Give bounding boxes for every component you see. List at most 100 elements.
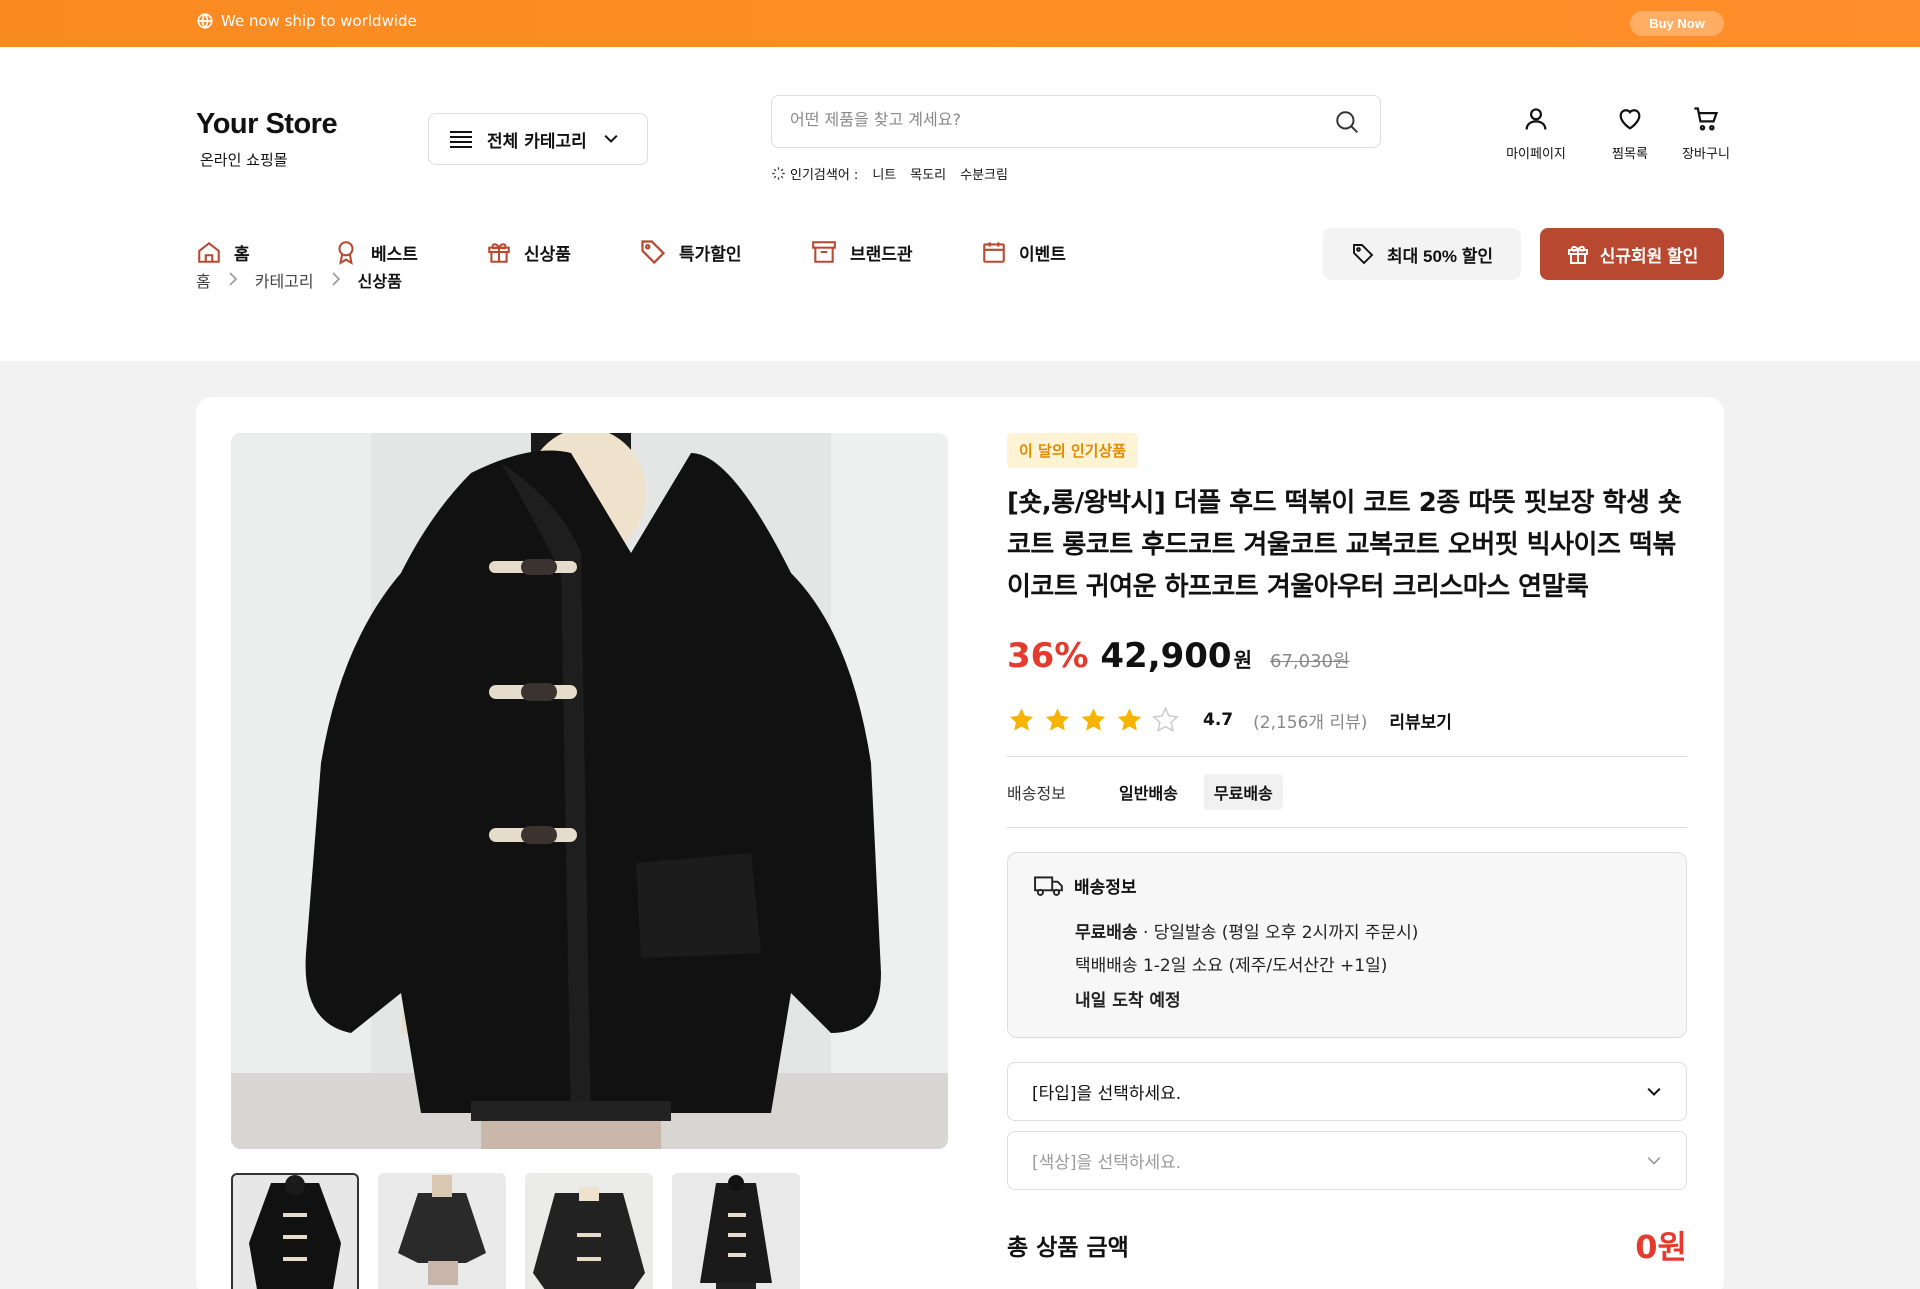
mypage-button[interactable]: 마이페이지 [1496,105,1576,162]
nav-label: 특가할인 [679,244,742,265]
breadcrumb-current: 신상품 [357,272,402,291]
nav-label: 베스트 [371,244,418,265]
color-select[interactable]: [색상]을 선택하세요. [1007,1131,1687,1190]
chevron-down-icon [604,134,618,143]
award-icon [338,241,354,265]
heart-icon [1619,109,1641,130]
star-rating [1007,706,1187,734]
chevron-down-icon [1647,1087,1661,1096]
view-reviews-link[interactable]: 리뷰보기 [1389,708,1452,733]
product-info: 이 달의 인기상품 [숏,롱/왕박시] 더플 후드 떡볶이 코트 2종 따뜻 핏… [1007,433,1687,1268]
max-discount-label: 최대 50% 할인 [1386,246,1494,266]
breadcrumb: 홈 카테고리 신상품 [196,268,402,292]
product-main-image[interactable] [231,433,948,1149]
max-discount-button[interactable]: 최대 50% 할인 [1323,228,1521,280]
gift-icon [1567,245,1588,264]
popular-keyword[interactable]: 목도리 [910,164,946,183]
new-member-discount-button[interactable]: 신규회원 할인 [1540,228,1724,280]
nav-label: 브랜드관 [850,244,913,265]
product-card: 이 달의 인기상품 [숏,롱/왕박시] 더플 후드 떡볶이 코트 2종 따뜻 핏… [196,397,1724,1289]
tag-icon [1353,244,1374,265]
shipping-notice-text: We now ship to worldwide [221,12,417,30]
color-select-placeholder: [색상]을 선택하세요. [1032,1153,1182,1173]
star-filled-icon [1081,708,1106,731]
rating-row: 4.7 (2,156개 리뷰) 리뷰보기 [1007,706,1687,734]
cart-icon [1694,107,1719,131]
tag-icon [641,240,666,265]
wishlist-button[interactable]: 찜목록 [1600,105,1660,162]
nav-item-sale[interactable]: 특가할인 [639,237,810,267]
shipping-info-header: 배송정보 [1034,873,1660,898]
product-thumbnail[interactable] [672,1173,800,1289]
sale-price: 42,900 [1100,636,1232,676]
shipping-label: 배송정보 [1007,784,1066,803]
user-icon [1525,108,1547,130]
shipping-info-box: 배송정보 무료배송 · 당일발송 (평일 오후 2시까지 주문시) 택배배송 1… [1007,852,1687,1038]
main-nav: 홈 베스트 신상품 특가할인 브랜드관 이벤트 [196,237,1066,267]
shipping-info-line: 무료배송 · 당일발송 (평일 오후 2시까지 주문시) [1075,918,1660,943]
product-thumbnail[interactable] [378,1173,506,1289]
loading-icon [772,167,785,180]
product-thumbnail[interactable] [525,1173,653,1289]
new-member-discount-label: 신규회원 할인 [1599,246,1699,266]
search-icon[interactable] [1334,109,1360,135]
top-banner: We now ship to worldwide Buy Now [0,0,1920,47]
popular-keyword[interactable]: 수분크림 [960,164,1008,183]
discount-rate: 36% [1007,636,1089,676]
cart-button[interactable]: 장바구니 [1676,105,1736,162]
shipping-option-standard[interactable]: 일반배송 [1109,774,1188,810]
shipping-info-title: 배송정보 [1074,878,1137,898]
store-logo[interactable]: Your Store 온라인 쇼핑몰 [196,108,338,170]
globe-icon [197,13,213,29]
all-categories-button[interactable]: 전체 카테고리 [428,113,648,165]
search-bar [771,95,1381,148]
gift-icon [488,243,510,263]
nav-item-home[interactable]: 홈 [196,237,333,267]
chevron-right-icon [330,271,342,290]
star-filled-icon [1009,708,1034,731]
search-input[interactable] [790,110,1310,129]
delivery-time-text: 택배배송 1-2일 소요 (제주/도서산간 +1일) [1075,956,1388,976]
total-label: 총 상품 금액 [1007,1235,1129,1261]
nav-item-new[interactable]: 신상품 [486,237,639,267]
product-title: [숏,롱/왕박시] 더플 후드 떡볶이 코트 2종 따뜻 핏보장 학생 숏코트 … [1007,488,1682,602]
total-value: 0원 [1635,1228,1687,1266]
mypage-label: 마이페이지 [1506,147,1566,162]
nav-label: 이벤트 [1019,244,1066,265]
popular-keyword[interactable]: 니트 [872,164,896,183]
breadcrumb-home[interactable]: 홈 [196,268,211,292]
product-thumbnail[interactable] [231,1173,359,1289]
buy-now-button[interactable]: Buy Now [1630,11,1724,36]
rating-value: 4.7 [1203,710,1234,730]
nav-item-brands[interactable]: 브랜드관 [810,237,981,267]
shipping-notice: We now ship to worldwide [196,12,417,30]
store-name: Your Store [196,108,338,140]
total-price-row: 총 상품 금액 0원 [1007,1222,1687,1268]
star-filled-icon [1045,708,1070,731]
all-categories-label: 전체 카테고리 [487,131,587,152]
same-day-text: · 당일발송 (평일 오후 2시까지 주문시) [1137,923,1419,943]
wishlist-label: 찜목록 [1612,147,1648,162]
truck-icon [1034,875,1063,896]
thumbnail-strip [231,1173,819,1289]
shipping-option-free[interactable]: 무료배송 [1203,774,1283,810]
cart-label: 장바구니 [1682,147,1730,162]
price-row: 36% 42,900 원 67,030원 [1007,636,1687,676]
site-header: Your Store 온라인 쇼핑몰 전체 카테고리 인기검색어 : 니트 목도… [0,47,1920,361]
nav-item-events[interactable]: 이벤트 [981,237,1066,267]
home-icon [198,242,220,263]
breadcrumb-category[interactable]: 카테고리 [255,268,314,292]
nav-item-best[interactable]: 베스트 [333,237,486,267]
menu-icon [450,131,472,148]
review-count: (2,156개 리뷰) [1253,712,1368,733]
arrival-estimate-text: 내일 도착 예정 [1075,991,1181,1011]
type-select-placeholder: [타입]을 선택하세요. [1032,1084,1182,1104]
chevron-down-icon [1647,1156,1661,1165]
type-select[interactable]: [타입]을 선택하세요. [1007,1062,1687,1121]
shipping-options: 배송정보 일반배송 무료배송 [1007,757,1687,827]
price-unit: 원 [1233,648,1252,672]
nav-label: 홈 [234,244,250,265]
store-subtitle: 온라인 쇼핑몰 [200,151,288,169]
chevron-right-icon [227,271,239,290]
archive-icon [812,241,836,263]
